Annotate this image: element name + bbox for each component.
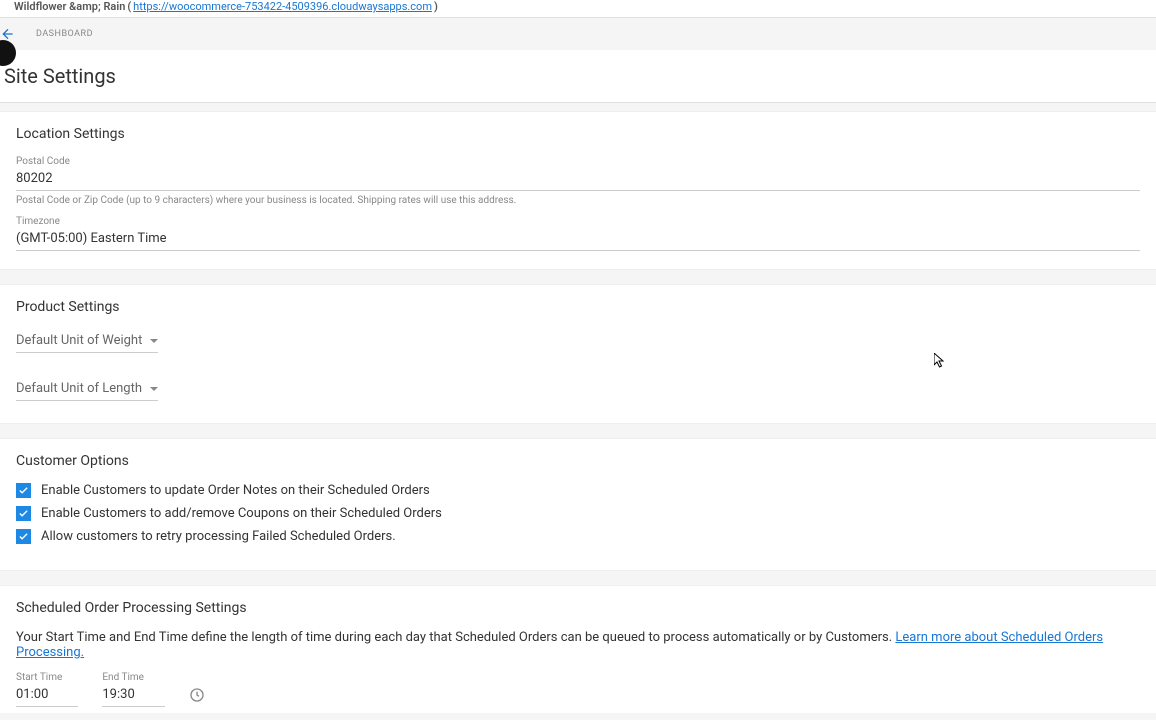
checkbox-retry[interactable] (16, 529, 31, 544)
checkbox-coupons-label: Enable Customers to add/remove Coupons o… (41, 506, 442, 521)
unit-length-label: Default Unit of Length (16, 381, 142, 396)
postal-code-label: Postal Code (16, 156, 1140, 167)
customer-option-1: Enable Customers to update Order Notes o… (16, 483, 1140, 498)
unit-weight-label: Default Unit of Weight (16, 333, 142, 348)
chevron-down-icon (150, 339, 158, 343)
postal-code-field: Postal Code 80202 Postal Code or Zip Cod… (16, 156, 1140, 206)
clock-icon[interactable] (189, 687, 205, 703)
checkbox-retry-label: Allow customers to retry processing Fail… (41, 529, 396, 544)
unit-weight-dropdown[interactable]: Default Unit of Weight (16, 329, 158, 353)
location-settings-title: Location Settings (16, 126, 1140, 142)
timezone-label: Timezone (16, 216, 1140, 227)
page-title: Site Settings (4, 64, 1152, 88)
breadcrumb[interactable]: DASHBOARD (36, 29, 93, 39)
site-url-link[interactable]: https://woocommerce-753422-4509396.cloud… (133, 0, 432, 13)
time-fields: Start Time 01:00 End Time 19:30 (16, 672, 1140, 707)
customer-options-section: Customer Options Enable Customers to upd… (0, 438, 1156, 571)
check-icon (18, 485, 29, 496)
scheduled-settings-title: Scheduled Order Processing Settings (16, 600, 1140, 616)
location-settings-section: Location Settings Postal Code 80202 Post… (0, 111, 1156, 270)
check-icon (18, 531, 29, 542)
end-time-input[interactable]: 19:30 (102, 683, 164, 707)
postal-code-input[interactable]: 80202 (16, 167, 1140, 191)
scheduled-settings-section: Scheduled Order Processing Settings Your… (0, 585, 1156, 713)
timezone-field: Timezone (GMT-05:00) Eastern Time (16, 216, 1140, 251)
check-icon (18, 508, 29, 519)
scheduled-description: Your Start Time and End Time define the … (16, 630, 1140, 660)
unit-length-dropdown[interactable]: Default Unit of Length (16, 377, 158, 401)
top-context: Wildflower &amp; Rain ( https://woocomme… (14, 0, 438, 13)
product-settings-section: Product Settings Default Unit of Weight … (0, 284, 1156, 424)
product-settings-title: Product Settings (16, 299, 1140, 315)
end-time-label: End Time (102, 672, 164, 683)
page-title-wrap: Site Settings (0, 50, 1156, 103)
start-time-input[interactable]: 01:00 (16, 683, 78, 707)
top-bar: Wildflower &amp; Rain ( https://woocomme… (0, 0, 1156, 18)
timezone-input[interactable]: (GMT-05:00) Eastern Time (16, 227, 1140, 251)
end-time-field: End Time 19:30 (102, 672, 164, 707)
scheduled-desc-text: Your Start Time and End Time define the … (16, 630, 895, 645)
checkbox-coupons[interactable] (16, 506, 31, 521)
start-time-label: Start Time (16, 672, 78, 683)
customer-option-3: Allow customers to retry processing Fail… (16, 529, 1140, 544)
url-paren-open: ( (127, 0, 131, 13)
chevron-down-icon (150, 387, 158, 391)
customer-options-title: Customer Options (16, 453, 1140, 469)
checkbox-order-notes[interactable] (16, 483, 31, 498)
site-name: Wildflower &amp; Rain (14, 0, 125, 13)
postal-code-hint: Postal Code or Zip Code (up to 9 charact… (16, 195, 1140, 206)
header-row: DASHBOARD (0, 18, 1156, 50)
checkbox-order-notes-label: Enable Customers to update Order Notes o… (41, 483, 430, 498)
url-paren-close: ) (434, 0, 438, 13)
start-time-field: Start Time 01:00 (16, 672, 78, 707)
customer-option-2: Enable Customers to add/remove Coupons o… (16, 506, 1140, 521)
